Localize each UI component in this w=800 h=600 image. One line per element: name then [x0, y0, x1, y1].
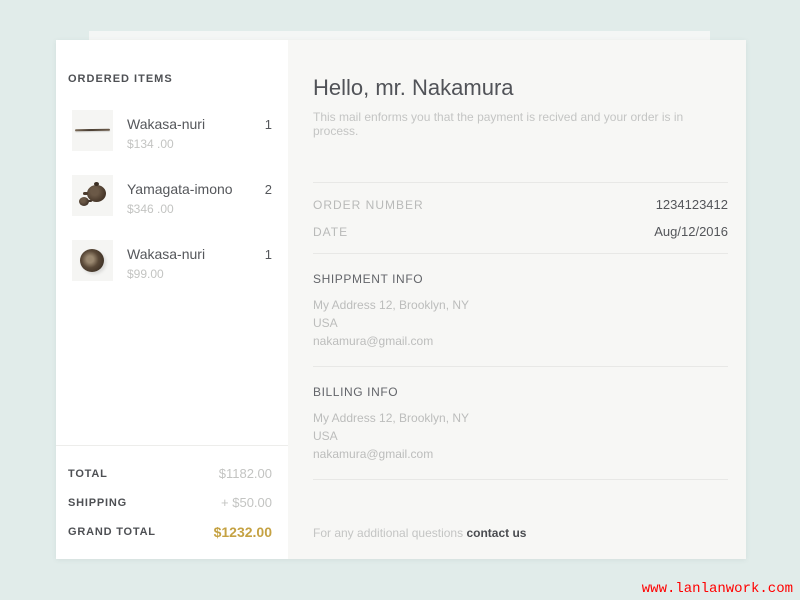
bowl-icon — [80, 249, 104, 272]
item-quantity: 1 — [265, 240, 272, 262]
billing-email: nakamura@gmail.com — [313, 445, 728, 463]
total-row: TOTAL $1182.00 — [68, 459, 272, 488]
order-meta: ORDER NUMBER 1234123412 DATE Aug/12/2016 — [313, 183, 728, 253]
greeting-heading: Hello, mr. Nakamura — [313, 75, 728, 101]
watermark-text: www.lanlanwork.com — [642, 581, 793, 597]
email-body-panel: Hello, mr. Nakamura This mail enforms yo… — [288, 40, 746, 559]
bowl-product-image — [72, 240, 113, 281]
grand-total-row: GRAND TOTAL $1232.00 — [68, 517, 272, 546]
total-label: TOTAL — [68, 468, 108, 480]
ordered-items-panel: ORDERED ITEMS Wakasa-nuri $134 .00 1 Yam… — [56, 40, 288, 559]
shipment-email: nakamura@gmail.com — [313, 332, 728, 350]
shipment-address-line: My Address 12, Brooklyn, NY — [313, 296, 728, 314]
footer-text: For any additional questions — [313, 526, 463, 540]
list-item: Wakasa-nuri $99.00 1 — [56, 240, 288, 281]
order-number-label: ORDER NUMBER — [313, 198, 424, 212]
grand-total-label: GRAND TOTAL — [68, 526, 156, 538]
item-name: Yamagata-imono — [127, 181, 265, 197]
item-price: $346 .00 — [127, 202, 265, 216]
shipment-country-line: USA — [313, 314, 728, 332]
billing-info-heading: BILLING INFO — [313, 385, 728, 399]
billing-info: BILLING INFO My Address 12, Brooklyn, NY… — [313, 367, 728, 479]
item-price: $99.00 — [127, 267, 265, 281]
contact-us-link[interactable]: contact us — [466, 526, 526, 540]
date-value: Aug/12/2016 — [654, 224, 728, 239]
teacup-icon — [79, 197, 89, 206]
shipping-label: SHIPPING — [68, 497, 127, 509]
item-name: Wakasa-nuri — [127, 116, 265, 132]
item-quantity: 1 — [265, 110, 272, 132]
total-value: $1182.00 — [219, 466, 272, 481]
footer-note: For any additional questions contact us — [313, 526, 526, 540]
order-confirmation-card: ORDERED ITEMS Wakasa-nuri $134 .00 1 Yam… — [56, 40, 746, 559]
teapot-product-image — [72, 175, 113, 216]
item-name: Wakasa-nuri — [127, 246, 265, 262]
list-item: Wakasa-nuri $134 .00 1 — [56, 110, 288, 151]
billing-country-line: USA — [313, 427, 728, 445]
items-list: Wakasa-nuri $134 .00 1 Yamagata-imono $3… — [56, 110, 288, 281]
shipping-value: + $50.00 — [221, 495, 272, 510]
ordered-items-heading: ORDERED ITEMS — [68, 73, 288, 85]
divider — [313, 479, 728, 480]
shipment-info-heading: SHIPPMENT INFO — [313, 272, 728, 286]
shipping-row: SHIPPING + $50.00 — [68, 488, 272, 517]
date-row: DATE Aug/12/2016 — [313, 218, 728, 245]
order-number-value: 1234123412 — [656, 197, 728, 212]
billing-address-line: My Address 12, Brooklyn, NY — [313, 409, 728, 427]
order-number-row: ORDER NUMBER 1234123412 — [313, 191, 728, 218]
item-quantity: 2 — [265, 175, 272, 197]
list-item: Yamagata-imono $346 .00 2 — [56, 175, 288, 216]
order-totals: TOTAL $1182.00 SHIPPING + $50.00 GRAND T… — [56, 445, 288, 559]
chopstick-icon — [75, 129, 110, 132]
chopstick-product-image — [72, 110, 113, 151]
grand-total-value: $1232.00 — [214, 524, 272, 540]
confirmation-message: This mail enforms you that the payment i… — [313, 110, 728, 138]
date-label: DATE — [313, 225, 348, 239]
shipment-info: SHIPPMENT INFO My Address 12, Brooklyn, … — [313, 254, 728, 366]
item-price: $134 .00 — [127, 137, 265, 151]
